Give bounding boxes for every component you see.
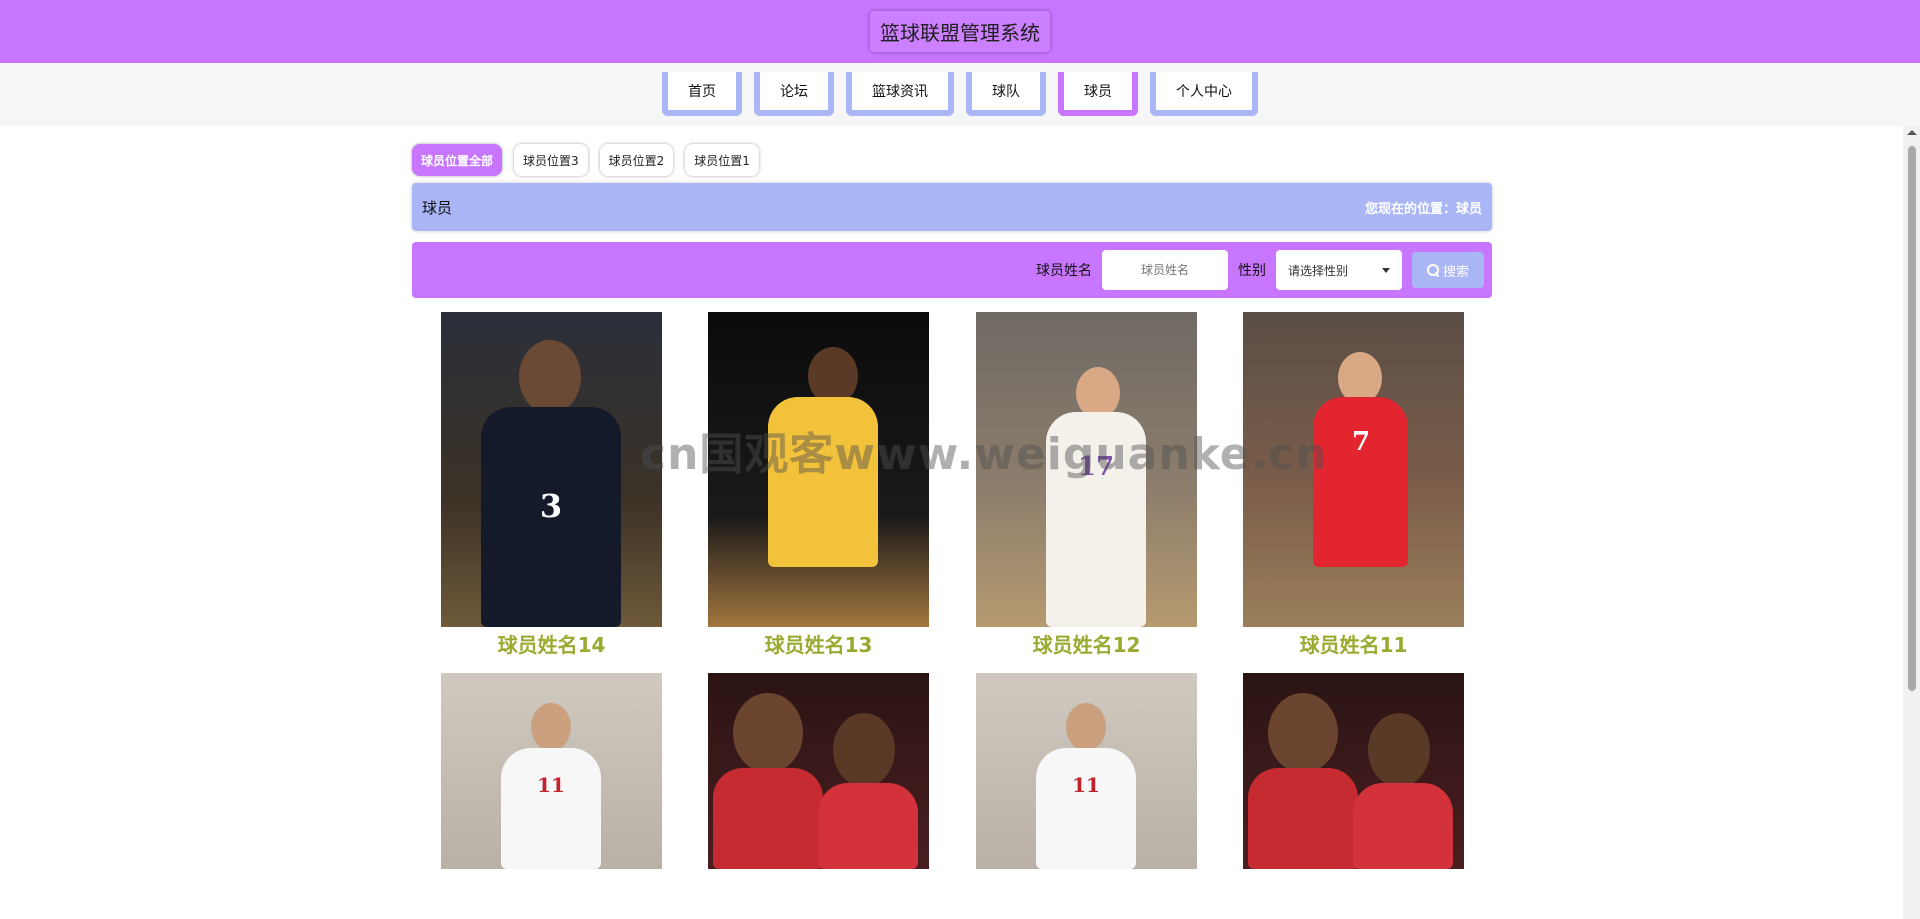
nav-item-profile[interactable]: 个人中心: [1150, 72, 1258, 116]
main-nav: 首页 论坛 篮球资讯 球队 球员 个人中心: [0, 63, 1920, 126]
scroll-thumb[interactable]: [1908, 146, 1916, 691]
search-button-label: 搜索: [1442, 264, 1469, 280]
nav-item-news[interactable]: 篮球资讯: [846, 72, 954, 116]
jersey-number: 7: [1351, 427, 1371, 457]
gender-label: 性别: [1238, 263, 1266, 279]
nav-item-players[interactable]: 球员: [1058, 72, 1138, 116]
player-card[interactable]: [1243, 673, 1464, 871]
nav-item-forum[interactable]: 论坛: [754, 72, 834, 116]
player-card[interactable]: 11: [976, 673, 1197, 871]
filter-position-3[interactable]: 球员位置3: [514, 144, 588, 176]
nav-item-home[interactable]: 首页: [662, 72, 742, 116]
search-icon: [1426, 264, 1439, 276]
breadcrumb: 球员 您现在的位置：球员: [412, 183, 1492, 231]
search-button[interactable]: 搜索: [1412, 252, 1484, 288]
player-name-label: 球员姓名: [1036, 263, 1092, 279]
player-card[interactable]: [708, 673, 929, 871]
player-photo[interactable]: 17: [976, 312, 1197, 627]
chevron-down-icon: [1382, 267, 1390, 273]
filter-position-1[interactable]: 球员位置1: [685, 144, 759, 176]
filter-all[interactable]: 球员位置全部: [412, 144, 503, 176]
player-name-input[interactable]: [1102, 250, 1228, 290]
player-photo[interactable]: 3: [441, 312, 662, 627]
player-name[interactable]: 球员姓名14: [441, 629, 662, 658]
player-card[interactable]: 3 球员姓名14: [441, 312, 662, 658]
filter-position-2[interactable]: 球员位置2: [599, 144, 674, 176]
player-photo[interactable]: [1243, 673, 1464, 869]
player-photo[interactable]: [708, 312, 929, 627]
gender-select[interactable]: 请选择性别: [1276, 250, 1402, 290]
player-photo[interactable]: 11: [441, 673, 662, 869]
search-bar: 球员姓名 性别 请选择性别 搜索: [412, 242, 1492, 298]
player-photo[interactable]: 7: [1243, 312, 1464, 627]
player-card[interactable]: 17 球员姓名12: [976, 312, 1197, 658]
page-title: 球员: [422, 198, 453, 217]
jersey-number: 3: [539, 487, 563, 525]
player-name[interactable]: 球员姓名11: [1243, 629, 1464, 658]
jersey-number: 11: [1072, 773, 1100, 797]
player-card[interactable]: 11: [441, 673, 662, 871]
top-header: 篮球联盟管理系统: [0, 0, 1920, 63]
gender-select-value: 请选择性别: [1288, 263, 1349, 278]
current-location: 您现在的位置：球员: [1364, 201, 1482, 217]
jersey-number: 11: [537, 773, 565, 797]
player-name[interactable]: 球员姓名13: [708, 629, 929, 658]
position-filter: 球员位置全部 球员位置3 球员位置2 球员位置1: [412, 144, 759, 176]
page-scrollbar[interactable]: [1903, 126, 1920, 919]
site-title: 篮球联盟管理系统: [870, 11, 1050, 52]
jersey-number: 17: [1077, 452, 1115, 482]
player-photo[interactable]: 11: [976, 673, 1197, 869]
scroll-up-arrow-icon[interactable]: [1907, 130, 1917, 135]
nav-item-teams[interactable]: 球队: [966, 72, 1046, 116]
player-name[interactable]: 球员姓名12: [976, 629, 1197, 658]
player-card[interactable]: 7 球员姓名11: [1243, 312, 1464, 658]
player-card[interactable]: 球员姓名13: [708, 312, 929, 658]
player-photo[interactable]: [708, 673, 929, 869]
